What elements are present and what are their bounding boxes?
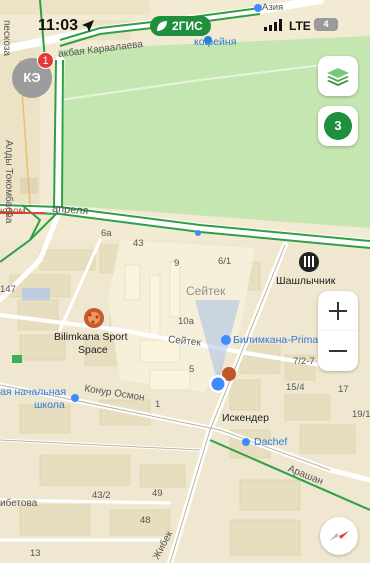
dachef-pin (242, 438, 250, 446)
label-building-6a: 6а (101, 228, 112, 239)
label-building-6-1: 6/1 (218, 256, 232, 267)
network-type: LTE (289, 19, 311, 33)
water-patch (22, 288, 50, 300)
events-counter: 3 (324, 112, 352, 140)
brand-pill[interactable]: 2ГИС (150, 16, 211, 36)
layers-button[interactable] (318, 56, 358, 96)
label-building-17: 17 (338, 384, 349, 395)
label-building-5: 5 (189, 364, 195, 375)
label-shkola[interactable]: школа (34, 399, 65, 411)
label-space[interactable]: Space (78, 344, 108, 356)
label-building-13: 13 (30, 548, 41, 559)
bus-stop-icon (195, 230, 201, 236)
signal-icon (264, 19, 282, 31)
label-shashlychnik[interactable]: Шашлычник (276, 275, 335, 287)
user-location-dot (211, 377, 225, 391)
label-building-43: 43 (133, 238, 144, 249)
zoom-out-button[interactable] (318, 331, 358, 371)
label-nachalnaya[interactable]: ая начальная (0, 386, 66, 398)
zoom-in-button[interactable] (318, 291, 358, 331)
label-betova-street: ибетова (0, 498, 38, 509)
label-domi: юдом (0, 206, 26, 217)
compass-button[interactable] (320, 517, 358, 555)
label-building-147: 147 (0, 284, 16, 295)
label-building-19-1: 19/1 (352, 409, 370, 420)
label-building-9: 9 (174, 258, 180, 269)
label-iskender[interactable]: Искендер (222, 412, 269, 424)
label-building-7-2-7: 7/2-7 (293, 356, 315, 367)
battery-indicator: 4 (314, 18, 338, 31)
label-building-49: 49 (152, 488, 163, 499)
label-aprelya-street: апреля (51, 202, 89, 218)
events-counter-button[interactable]: 3 (318, 106, 358, 146)
label-building-48: 48 (140, 515, 151, 526)
label-building-15-4: 15/4 (286, 382, 305, 393)
status-bar: 11:03 2ГИС LTE 4 (0, 0, 370, 40)
label-seitek-area: Сейтек (186, 284, 226, 298)
label-bilimkana-prima[interactable]: Билимкана-Prima (233, 334, 318, 346)
school-pin (71, 394, 79, 402)
location-arrow-icon (82, 20, 94, 32)
brand-label: 2ГИС (172, 19, 203, 33)
label-dachef[interactable]: Dachef (254, 436, 287, 448)
notification-badge: 1 (37, 52, 54, 69)
bilimkana-prima-pin (221, 335, 231, 345)
label-building-43-2: 43/2 (92, 490, 111, 501)
status-time: 11:03 (38, 17, 79, 34)
label-building-10a: 10а (178, 316, 194, 327)
label-building-1: 1 (155, 399, 161, 410)
compass-icon (329, 531, 349, 541)
brand-leaf-icon (157, 21, 167, 31)
label-bilimkana-sport[interactable]: Bilimkana Sport (54, 331, 128, 343)
shopping-cart-icon (12, 355, 22, 363)
layers-icon (327, 68, 349, 86)
